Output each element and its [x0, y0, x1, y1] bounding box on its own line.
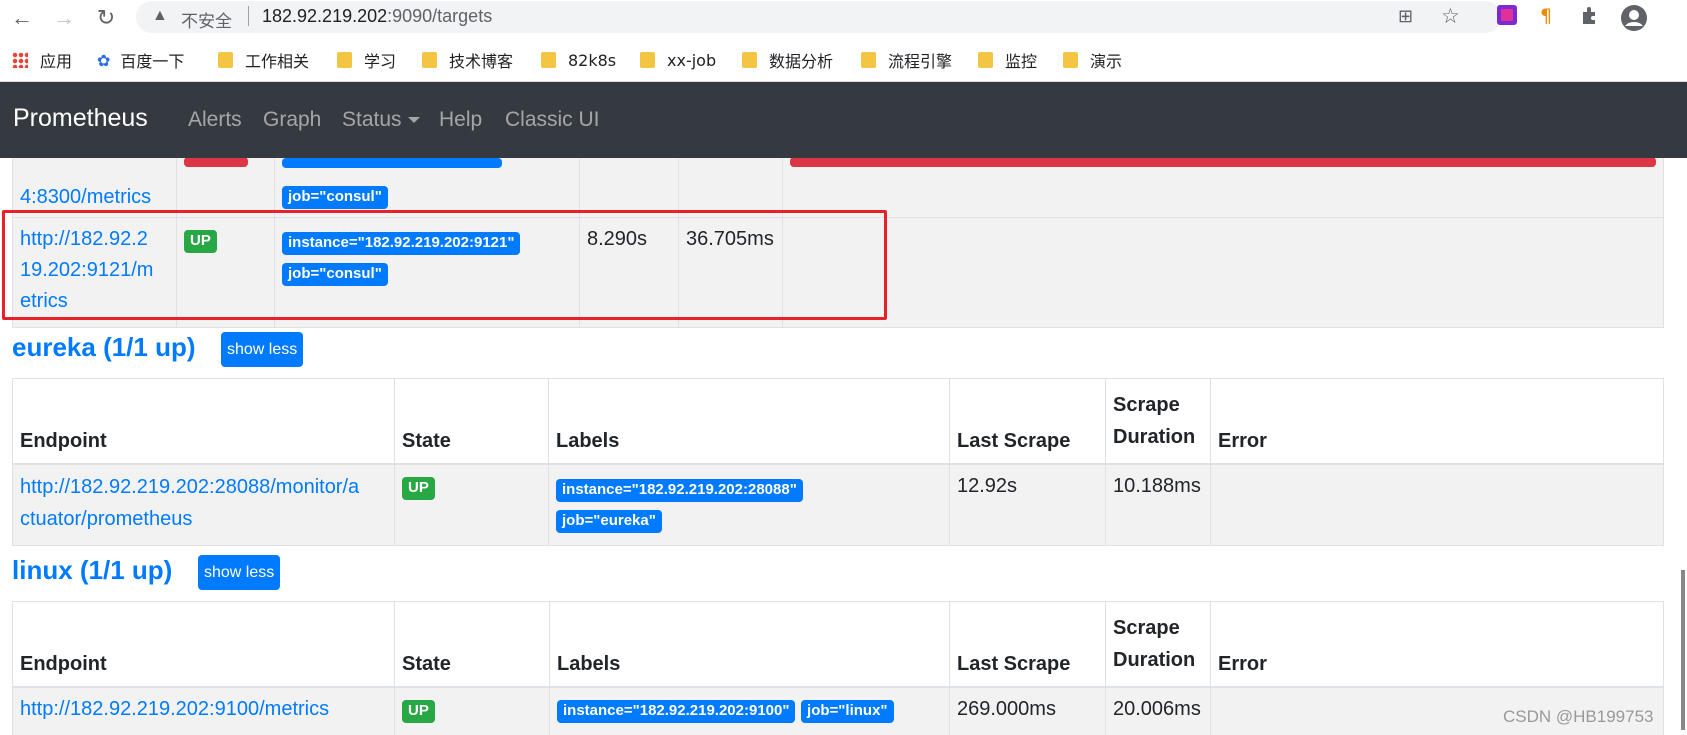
- folder-icon: [422, 52, 437, 68]
- extension-paragraph-icon[interactable]: ¶: [1534, 4, 1560, 30]
- bookmark-folder[interactable]: xx-job: [640, 49, 716, 71]
- endpoint-link[interactable]: 4:8300/metrics: [20, 186, 151, 208]
- state-badge: UP: [402, 477, 435, 500]
- svg-text:¶: ¶: [1540, 5, 1552, 26]
- label-badge: job="consul": [282, 186, 388, 209]
- apps-icon: [12, 52, 28, 68]
- column-header: Last Scrape: [949, 378, 1106, 465]
- label-badge: instance="182.92.219.202:28088": [556, 479, 803, 502]
- bookmark-apps[interactable]: 应用: [12, 49, 72, 71]
- table-row: http://182.92.219.202:9100/metrics UP in…: [12, 686, 1664, 735]
- browser-toolbar: ← → ↻ ▲ 不安全 182.92.219.202:9090/targets …: [0, 0, 1687, 40]
- baidu-icon: ✿: [97, 50, 111, 70]
- column-header: Endpoint: [12, 378, 395, 465]
- bookmark-baidu[interactable]: ✿ 百度一下: [97, 49, 184, 72]
- column-header: Error: [1210, 378, 1664, 465]
- folder-icon: [218, 52, 233, 68]
- bookmark-folder[interactable]: 技术博客: [422, 49, 513, 71]
- column-header: Labels: [549, 601, 950, 688]
- linux-show-less-button[interactable]: show less: [198, 555, 281, 590]
- nav-status-dropdown[interactable]: Status: [342, 108, 420, 132]
- state-badge: [184, 158, 248, 167]
- folder-icon: [541, 52, 556, 68]
- error-cell: [782, 217, 1664, 328]
- forward-icon[interactable]: →: [50, 4, 78, 32]
- prometheus-navbar: Prometheus Alerts Graph Status Help Clas…: [0, 82, 1687, 158]
- folder-icon: [337, 52, 352, 68]
- eureka-targets-table: Endpoint State Labels Last Scrape Scrape…: [12, 378, 1664, 546]
- table-header-row: Endpoint State Labels Last Scrape Scrape…: [12, 378, 1664, 465]
- linux-section-title[interactable]: linux (1/1 up): [12, 555, 172, 586]
- folder-icon: [640, 52, 655, 68]
- bookmark-folder[interactable]: 数据分析: [742, 49, 833, 71]
- endpoint-link[interactable]: http://182.92.219.202:28088/monitor/a ctu…: [20, 476, 359, 530]
- column-header: Scrape Duration: [1105, 378, 1211, 465]
- nav-graph[interactable]: Graph: [263, 108, 321, 132]
- warning-icon[interactable]: ▲: [152, 7, 168, 25]
- url-text[interactable]: 182.92.219.202:9090/targets: [262, 6, 492, 27]
- label-badge: job="linux": [801, 700, 894, 723]
- column-header: Labels: [548, 378, 950, 465]
- brand-link[interactable]: Prometheus: [13, 104, 148, 133]
- nav-alerts[interactable]: Alerts: [188, 108, 242, 132]
- column-header: Scrape Duration: [1105, 601, 1211, 688]
- linux-targets-table: Endpoint State Labels Last Scrape Scrape…: [12, 601, 1664, 735]
- caret-down-icon: [407, 117, 420, 124]
- table-row: http://182.92.219.202:28088/monitor/a ctu…: [12, 463, 1664, 546]
- nav-help[interactable]: Help: [439, 108, 482, 132]
- column-header: Last Scrape: [949, 601, 1106, 688]
- folder-icon: [1063, 52, 1078, 68]
- extension-rp-icon[interactable]: [1494, 4, 1520, 30]
- error-badge: [790, 158, 1656, 167]
- bookmark-folder[interactable]: 工作相关: [218, 49, 309, 71]
- bookmark-folder[interactable]: 演示: [1063, 49, 1122, 71]
- highlight-box: [2, 210, 887, 320]
- reload-icon[interactable]: ↻: [92, 4, 120, 32]
- eureka-section-title[interactable]: eureka (1/1 up): [12, 332, 196, 363]
- bookmark-folder[interactable]: 82k8s: [541, 49, 616, 71]
- column-header: Endpoint: [12, 601, 395, 688]
- column-header: Error: [1210, 601, 1664, 688]
- folder-icon: [742, 52, 757, 68]
- divider: [248, 6, 249, 26]
- label-badge: [282, 158, 502, 168]
- label-badge: instance="182.92.219.202:9100": [557, 700, 796, 723]
- table-header-row: Endpoint State Labels Last Scrape Scrape…: [12, 601, 1664, 688]
- bookmark-folder[interactable]: 学习: [337, 49, 396, 71]
- address-bar[interactable]: ▲ 不安全 182.92.219.202:9090/targets ⊞ ☆: [136, 1, 1501, 33]
- back-icon[interactable]: ←: [8, 4, 36, 32]
- profile-avatar-icon[interactable]: [1620, 4, 1647, 31]
- table-row: 4:8300/metrics job="consul": [12, 158, 1664, 218]
- bookmarks-bar: 应用 ✿ 百度一下 工作相关 学习 技术博客 82k8s xx-job 数据分析 …: [0, 40, 1687, 82]
- scrollbar[interactable]: [1681, 570, 1685, 730]
- folder-icon: [978, 52, 993, 68]
- folder-icon: [861, 52, 876, 68]
- extensions-puzzle-icon[interactable]: [1577, 4, 1603, 30]
- eureka-show-less-button[interactable]: show less: [221, 332, 304, 367]
- nav-classic-ui[interactable]: Classic UI: [505, 108, 600, 132]
- watermark: CSDN @HB199753: [1503, 707, 1654, 726]
- targets-content: 4:8300/metrics job="consul" http://182.9…: [0, 158, 1687, 735]
- translate-icon[interactable]: ⊞: [1398, 6, 1413, 27]
- label-badge: job="eureka": [556, 510, 662, 533]
- scrape-duration: 20.006ms: [1105, 686, 1211, 735]
- column-header: State: [394, 378, 549, 465]
- endpoint-link[interactable]: http://182.92.219.202:9100/metrics: [20, 698, 329, 720]
- error-cell: [1210, 463, 1664, 546]
- scrape-duration: 10.188ms: [1105, 463, 1211, 546]
- state-badge: UP: [402, 700, 435, 723]
- insecure-label[interactable]: 不安全: [181, 7, 232, 32]
- last-scrape: 269.000ms: [949, 686, 1106, 735]
- last-scrape: 12.92s: [949, 463, 1106, 546]
- star-icon[interactable]: ☆: [1441, 4, 1460, 29]
- bookmark-folder[interactable]: 监控: [978, 49, 1037, 71]
- bookmark-folder[interactable]: 流程引擎: [861, 49, 952, 71]
- column-header: State: [394, 601, 550, 688]
